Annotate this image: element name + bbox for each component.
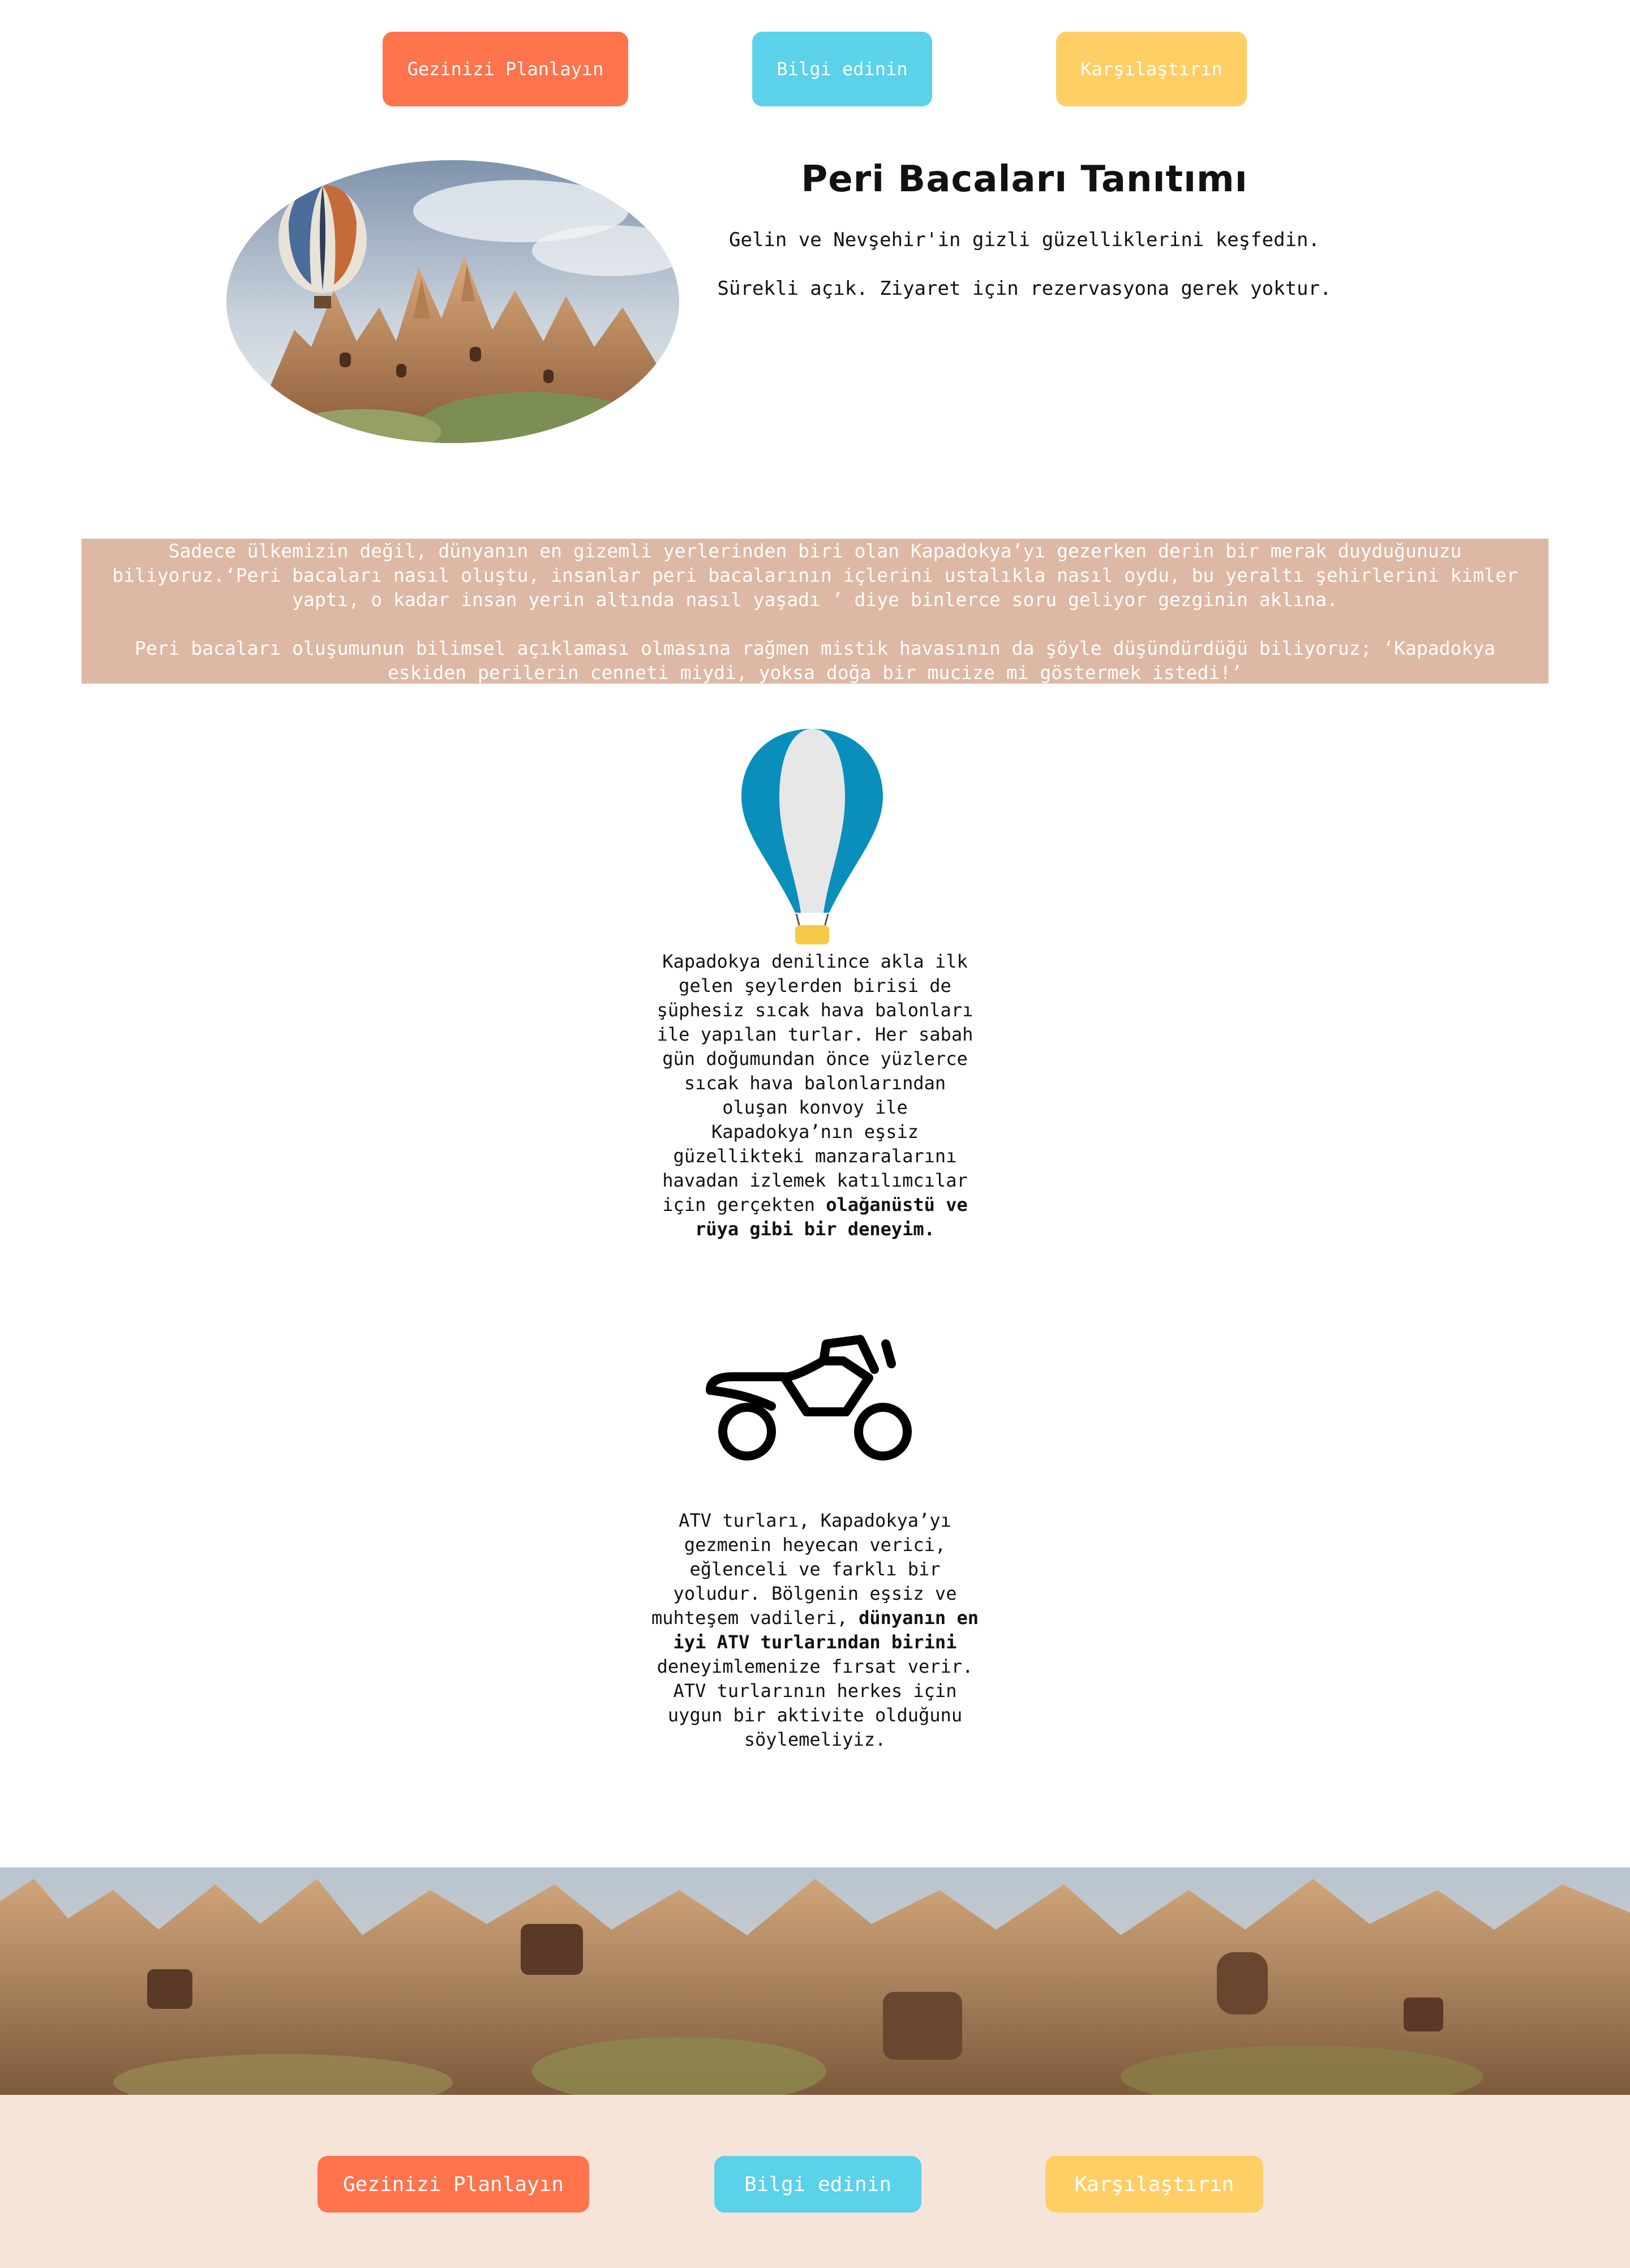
- intro-paragraph-1: Sadece ülkemizin değil, dünyanın en gize…: [112, 540, 1518, 611]
- atv-tour-description: ATV turları, Kapadokya’yı gezmenin heyec…: [651, 1510, 979, 1750]
- footer-plan-trip-button[interactable]: Gezinizi Planlayın: [318, 2156, 589, 2213]
- learn-more-button[interactable]: Bilgi edinin: [752, 32, 932, 106]
- compare-button[interactable]: Karşılaştırın: [1056, 32, 1247, 106]
- balloon-tour-description: Kapadokya denilince akla ilk gelen şeyle…: [657, 951, 973, 1240]
- hero-photo: [226, 160, 679, 443]
- footer-compare-button[interactable]: Karşılaştırın: [1045, 2156, 1263, 2213]
- footer-learn-more-button[interactable]: Bilgi edinin: [714, 2156, 921, 2213]
- opening-hours-note: Sürekli açık. Ziyaret için rezervasyona …: [717, 277, 1332, 300]
- page-title: Peri Bacaları Tanıtımı: [801, 158, 1248, 200]
- balloon-over-fairy-chimneys-icon: [226, 160, 679, 443]
- landscape-banner: [0, 1867, 1630, 2095]
- hero-subtitle: Gelin ve Nevşehir'in gizli güzelliklerin…: [729, 229, 1320, 251]
- intro-box: Sadece ülkemizin değil, dünyanın en gize…: [82, 539, 1548, 684]
- plan-trip-button[interactable]: Gezinizi Planlayın: [383, 32, 628, 106]
- atv-motorbike-icon: [706, 1335, 912, 1461]
- hot-air-balloon-icon: [741, 729, 883, 944]
- fairy-chimneys-landscape-icon: [0, 1867, 1630, 2095]
- intro-paragraph-2: Peri bacaları oluşumunun bilimsel açıkla…: [135, 637, 1495, 684]
